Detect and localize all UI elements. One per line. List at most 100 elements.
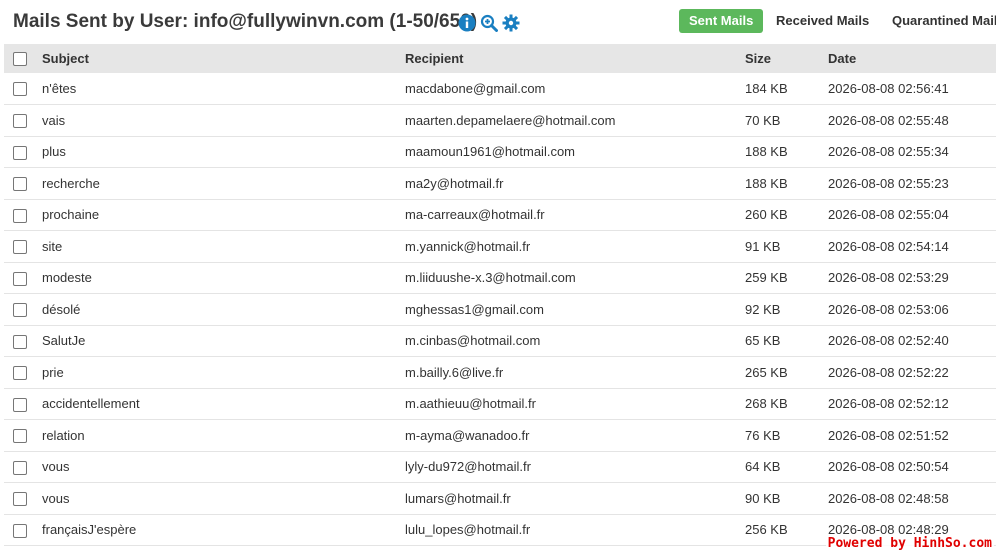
row-select-cell xyxy=(4,483,42,515)
row-checkbox[interactable] xyxy=(13,114,27,129)
zoom-search-icon[interactable] xyxy=(480,14,498,32)
date-cell: 2026-08-08 02:51:52 xyxy=(828,427,949,443)
table-row[interactable]: plus maamoun1961@hotmail.com 188 KB 2026-08… xyxy=(4,136,996,168)
row-select-cell xyxy=(4,199,42,231)
table-row[interactable]: recherche ma2y@hotmail.fr 188 KB 2026-08-08… xyxy=(4,168,996,200)
table-row[interactable]: vous lyly-du972@hotmail.fr 64 KB 2026-08-08… xyxy=(4,451,996,483)
size-cell: 76 KB xyxy=(745,427,781,443)
size-cell: 188 KB xyxy=(745,144,788,160)
subject-cell: recherche xyxy=(42,175,100,191)
row-checkbox[interactable] xyxy=(13,303,27,318)
recipient-cell: m.liiduushe-x.3@hotmail.com xyxy=(405,270,576,286)
date-cell: 2026-08-08 02:52:40 xyxy=(828,333,949,349)
tab-quarantined-mails[interactable]: Quarantined Mails xyxy=(892,9,996,33)
row-select-cell xyxy=(4,136,42,168)
info-icon[interactable] xyxy=(458,14,476,32)
subject-cell: accidentellement xyxy=(42,396,140,412)
page-header: Mails Sent by User: info@fullywinvn.com … xyxy=(0,0,996,44)
table-row[interactable]: SalutJe m.cinbas@hotmail.com 65 KB 2026-08-… xyxy=(4,325,996,357)
table-row[interactable]: vais maarten.depamelaere@hotmail.com 70 KB… xyxy=(4,105,996,137)
table-row[interactable]: prochaine ma-carreaux@hotmail.fr 260 KB 202… xyxy=(4,199,996,231)
row-select-cell xyxy=(4,451,42,483)
recipient-cell: ma2y@hotmail.fr xyxy=(405,175,504,191)
size-cell: 268 KB xyxy=(745,396,788,412)
recipient-cell: m.cinbas@hotmail.com xyxy=(405,333,541,349)
date-cell: 2026-08-08 02:52:22 xyxy=(828,364,949,380)
tab-received-mails[interactable]: Received Mails xyxy=(776,9,869,33)
size-cell: 265 KB xyxy=(745,364,788,380)
size-cell: 184 KB xyxy=(745,81,788,96)
tab-sent-mails[interactable]: Sent Mails xyxy=(679,9,764,33)
row-checkbox[interactable] xyxy=(13,240,27,255)
subject-cell: vous xyxy=(42,459,70,475)
row-select-cell xyxy=(4,325,42,357)
subject-cell: SalutJe xyxy=(42,333,86,349)
row-checkbox[interactable] xyxy=(13,334,27,349)
size-cell: 259 KB xyxy=(745,270,788,286)
row-select-cell xyxy=(4,262,42,294)
subject-cell: plus xyxy=(42,144,66,160)
row-checkbox[interactable] xyxy=(13,366,27,381)
gear-icon[interactable] xyxy=(502,14,520,32)
size-cell: 260 KB xyxy=(745,207,788,223)
table-row[interactable]: désolé mghessas1@gmail.com 92 KB 2026-08-08… xyxy=(4,294,996,325)
table-row[interactable]: accidentellement m.aathieuu@hotmail.fr 268… xyxy=(4,388,996,420)
size-cell: 256 KB xyxy=(745,522,788,538)
subject-cell: désolé xyxy=(42,301,81,317)
row-select-cell xyxy=(4,420,42,452)
table-row[interactable]: relation m-ayma@wanadoo.fr 76 KB 2026-08-08… xyxy=(4,420,996,452)
row-checkbox[interactable] xyxy=(13,492,27,507)
table-row[interactable]: vous lumars@hotmail.fr 90 KB 2026-08-08 02:… xyxy=(4,483,996,515)
column-header-date[interactable]: Date xyxy=(828,44,996,73)
recipient-cell: m-ayma@wanadoo.fr xyxy=(405,427,530,443)
subject-cell: vous xyxy=(42,490,70,506)
recipient-cell: lyly-du972@hotmail.fr xyxy=(405,459,531,475)
subject-cell: prochaine xyxy=(42,207,100,223)
table-row[interactable]: prie m.bailly.6@live.fr 265 KB 2026-08-08 0… xyxy=(4,357,996,389)
table-row[interactable]: n'êtes macdabone@gmail.com 184 KB 2026-08-0… xyxy=(4,73,996,105)
column-header-recipient[interactable]: Recipient xyxy=(405,44,745,73)
row-select-cell xyxy=(4,357,42,389)
select-all-cell xyxy=(4,44,42,73)
column-header-subject[interactable]: Subject xyxy=(42,44,405,73)
row-checkbox[interactable] xyxy=(13,397,27,412)
recipient-cell: macdabone@gmail.com xyxy=(405,81,546,96)
subject-cell: modeste xyxy=(42,270,92,286)
date-cell: 2026-08-08 02:50:54 xyxy=(828,459,949,475)
row-checkbox[interactable] xyxy=(13,208,27,223)
row-checkbox[interactable] xyxy=(13,82,27,97)
subject-cell: vais xyxy=(42,112,66,128)
size-cell: 188 KB xyxy=(745,175,788,191)
row-checkbox[interactable] xyxy=(13,429,27,444)
row-checkbox[interactable] xyxy=(13,271,27,286)
table-row[interactable]: modeste m.liiduushe-x.3@hotmail.com 259 KB… xyxy=(4,262,996,294)
size-cell: 90 KB xyxy=(745,490,781,506)
select-all-checkbox[interactable] xyxy=(13,52,27,67)
row-checkbox[interactable] xyxy=(13,145,27,160)
recipient-cell: m.aathieuu@hotmail.fr xyxy=(405,396,536,412)
size-cell: 91 KB xyxy=(745,238,781,254)
recipient-cell: lulu_lopes@hotmail.fr xyxy=(405,522,531,538)
date-cell: 2026-08-08 02:56:41 xyxy=(828,81,949,96)
date-cell: 2026-08-08 02:48:58 xyxy=(828,490,949,506)
date-cell: 2026-08-08 02:52:12 xyxy=(828,396,949,412)
mail-table: Subject Recipient Size Date n'êtes macdab… xyxy=(4,44,996,546)
subject-cell: relation xyxy=(42,427,85,443)
recipient-cell: m.bailly.6@live.fr xyxy=(405,364,504,380)
date-cell: 2026-08-08 02:53:29 xyxy=(828,270,949,286)
subject-cell: françaisJ'espère xyxy=(42,522,137,538)
size-cell: 64 KB xyxy=(745,459,781,475)
row-checkbox[interactable] xyxy=(13,177,27,192)
table-header-row: Subject Recipient Size Date xyxy=(4,44,996,73)
column-header-size[interactable]: Size xyxy=(745,44,828,73)
row-select-cell xyxy=(4,168,42,200)
row-select-cell xyxy=(4,105,42,137)
row-checkbox[interactable] xyxy=(13,460,27,475)
date-cell: 2026-08-08 02:53:06 xyxy=(828,301,949,317)
table-row[interactable]: site m.yannick@hotmail.fr 91 KB 2026-08-08 … xyxy=(4,231,996,262)
subject-cell: site xyxy=(42,238,63,254)
page-title: Mails Sent by User: info@fullywinvn.com … xyxy=(13,11,478,32)
size-cell: 92 KB xyxy=(745,301,781,317)
row-checkbox[interactable] xyxy=(13,523,27,538)
recipient-cell: maarten.depamelaere@hotmail.com xyxy=(405,112,616,128)
